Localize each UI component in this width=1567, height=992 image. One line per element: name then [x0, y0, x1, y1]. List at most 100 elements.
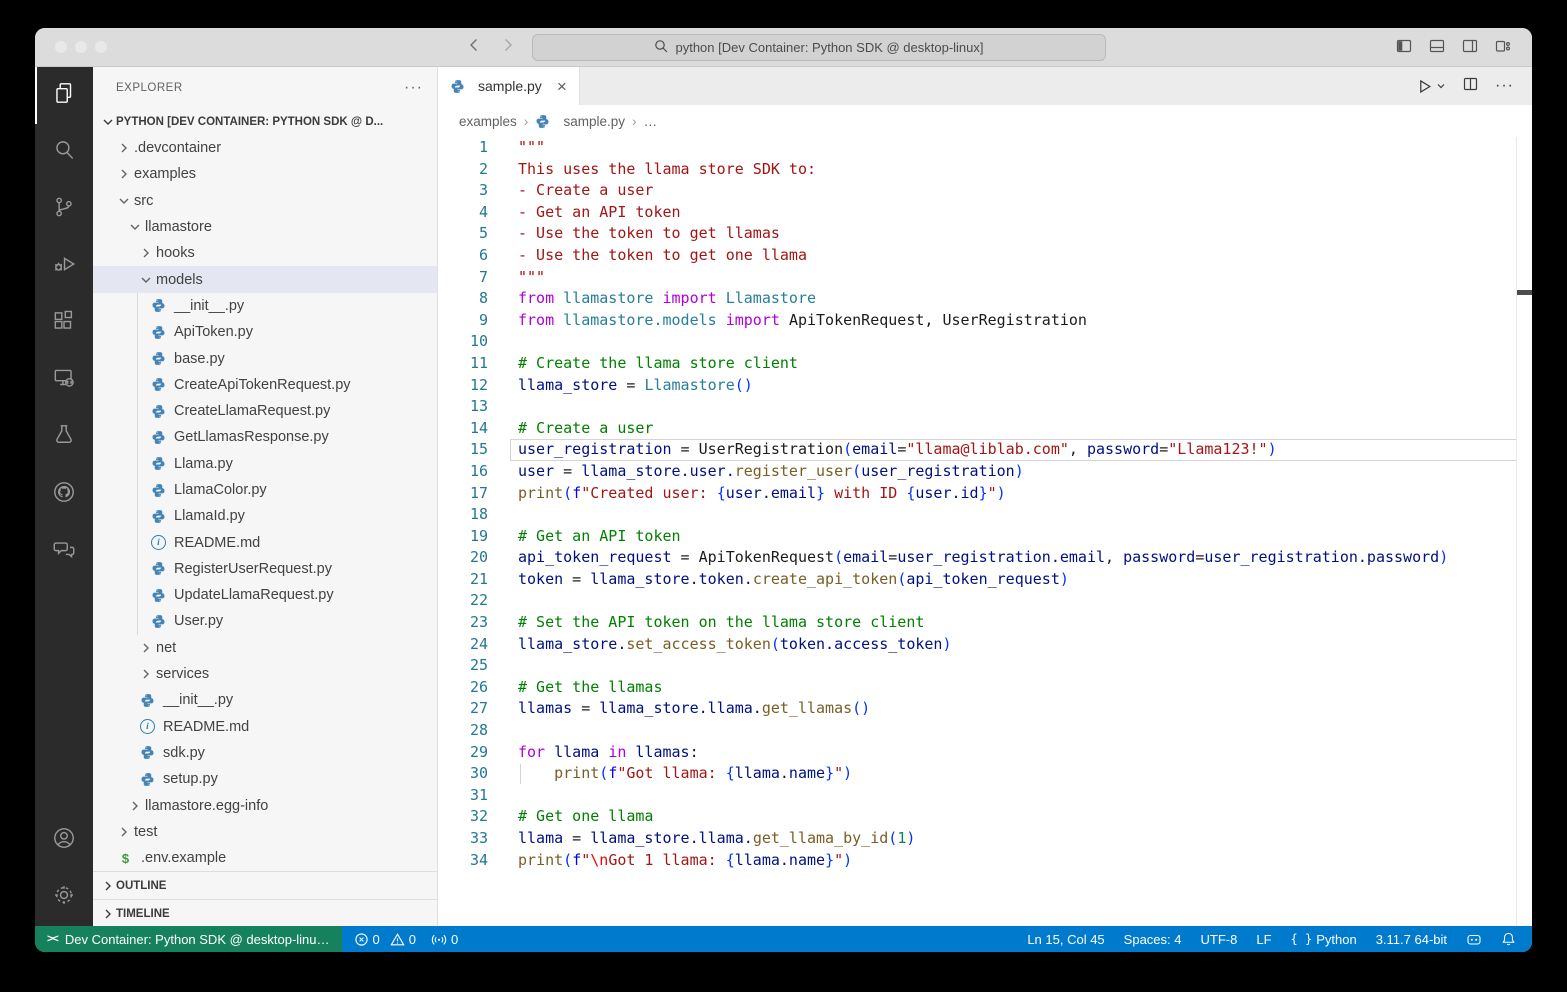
activity-testing[interactable] [35, 409, 93, 466]
code-line-32[interactable]: 32 # Get one llama [438, 806, 1532, 828]
code-line-28[interactable]: 28 [438, 720, 1532, 742]
workspace-root-row[interactable]: PYTHON [DEV CONTAINER: PYTHON SDK @ D... [93, 109, 437, 135]
tree-item-setup.py[interactable]: setup.py [93, 766, 437, 792]
zoom-window-button[interactable] [95, 41, 107, 53]
code-editor[interactable]: 1 """ 2 This uses the llama store SDK to: 3 -… [438, 137, 1532, 926]
tree-item-services[interactable]: services [93, 661, 437, 687]
activity-run-debug[interactable] [35, 238, 93, 295]
activity-source-control[interactable] [35, 181, 93, 238]
overview-ruler[interactable] [1516, 137, 1532, 926]
tree-item-src[interactable]: src [93, 188, 437, 214]
problems-indicator[interactable]: 0 0 [354, 932, 416, 947]
code-line-1[interactable]: 1 """ [438, 137, 1532, 159]
tree-item-.devcontainer[interactable]: .devcontainer [93, 135, 437, 161]
tree-item-ApiToken.py[interactable]: ApiToken.py [93, 319, 437, 346]
code-line-30[interactable]: 30 print(f"Got llama: {llama.name}") [438, 763, 1532, 785]
code-line-3[interactable]: 3 - Create a user [438, 180, 1532, 202]
tree-item-models[interactable]: models [93, 266, 437, 293]
tree-item-base.py[interactable]: base.py [93, 345, 437, 372]
code-line-33[interactable]: 33 llama = llama_store.llama.get_llama_by… [438, 828, 1532, 850]
outline-section[interactable]: OUTLINE [93, 871, 437, 899]
activity-search[interactable] [35, 124, 93, 181]
command-center[interactable]: python [Dev Container: Python SDK @ desk… [532, 34, 1106, 61]
tab-sample-py[interactable]: sample.py × [438, 67, 580, 105]
code-line-20[interactable]: 20 api_token_request = ApiTokenRequest(em… [438, 547, 1532, 569]
remote-indicator[interactable]: >< Dev Container: Python SDK @ desktop-l… [35, 926, 342, 952]
python-interpreter[interactable]: 3.11.7 64-bit [1376, 932, 1447, 947]
toggle-secondary-sidebar-button[interactable] [1461, 38, 1479, 59]
toggle-panel-button[interactable] [1428, 38, 1446, 59]
toggle-primary-sidebar-button[interactable] [1395, 38, 1413, 59]
code-line-2[interactable]: 2 This uses the llama store SDK to: [438, 159, 1532, 181]
code-line-14[interactable]: 14 # Create a user [438, 418, 1532, 440]
tree-item-UpdateLlamaRequest.py[interactable]: UpdateLlamaRequest.py [93, 582, 437, 609]
code-line-17[interactable]: 17 print(f"Created user: {user.email} wit… [438, 483, 1532, 505]
code-line-11[interactable]: 11 # Create the llama store client [438, 353, 1532, 375]
settings-button[interactable] [35, 869, 93, 926]
accounts-button[interactable] [35, 812, 93, 869]
code-line-15[interactable]: 15 user_registration = UserRegistration(e… [438, 439, 1532, 461]
activity-comments[interactable] [35, 523, 93, 580]
forward-button[interactable] [499, 36, 517, 54]
encoding-indicator[interactable]: UTF-8 [1201, 932, 1238, 947]
code-line-5[interactable]: 5 - Use the token to get llamas [438, 223, 1532, 245]
timeline-section[interactable]: TIMELINE [93, 899, 437, 926]
indentation-indicator[interactable]: Spaces: 4 [1124, 932, 1182, 947]
tree-item-LlamaId.py[interactable]: LlamaId.py [93, 503, 437, 530]
code-line-16[interactable]: 16 user = llama_store.user.register_user(… [438, 461, 1532, 483]
activity-github[interactable] [35, 466, 93, 523]
language-mode[interactable]: { } Python [1291, 932, 1357, 947]
code-line-6[interactable]: 6 - Use the token to get one llama [438, 245, 1532, 267]
code-line-18[interactable]: 18 [438, 504, 1532, 526]
tree-item-__init__.py[interactable]: __init__.py [93, 687, 437, 713]
code-line-9[interactable]: 9 from llamastore.models import ApiTokenR… [438, 310, 1532, 332]
code-line-22[interactable]: 22 [438, 590, 1532, 612]
tree-item-llamastore[interactable]: llamastore [93, 214, 437, 240]
code-line-10[interactable]: 10 [438, 331, 1532, 353]
run-python-file-button[interactable] [1416, 78, 1446, 95]
tree-item-CreateApiTokenRequest.py[interactable]: CreateApiTokenRequest.py [93, 371, 437, 399]
tree-item-Llama.py[interactable]: Llama.py [93, 450, 437, 478]
tree-item-.env.example[interactable]: $ .env.example [93, 845, 437, 871]
notifications-bell[interactable] [1501, 931, 1516, 947]
tree-item-README.md[interactable]: i README.md [93, 714, 437, 740]
tree-item-examples[interactable]: examples [93, 161, 437, 187]
tree-item-User.py[interactable]: User.py [93, 608, 437, 635]
tree-item-CreateLlamaRequest.py[interactable]: CreateLlamaRequest.py [93, 397, 437, 425]
code-line-25[interactable]: 25 [438, 655, 1532, 677]
breadcrumb-symbol[interactable]: … [644, 114, 658, 129]
explorer-more-actions-icon[interactable]: ··· [404, 79, 423, 97]
code-line-24[interactable]: 24 llama_store.set_access_token(token.acc… [438, 634, 1532, 656]
code-line-8[interactable]: 8 from llamastore import Llamastore [438, 288, 1532, 310]
tree-item-LlamaColor.py[interactable]: LlamaColor.py [93, 476, 437, 504]
code-line-13[interactable]: 13 [438, 396, 1532, 418]
breadcrumb-folder[interactable]: examples [459, 114, 517, 129]
minimize-window-button[interactable] [75, 41, 87, 53]
tree-item-test[interactable]: test [93, 819, 437, 845]
back-button[interactable] [465, 36, 483, 54]
code-line-7[interactable]: 7 """ [438, 267, 1532, 289]
code-line-19[interactable]: 19 # Get an API token [438, 526, 1532, 548]
breadcrumb-file[interactable]: sample.py [563, 114, 625, 129]
code-line-34[interactable]: 34 print(f"\nGot 1 llama: {llama.name}") [438, 850, 1532, 872]
tree-item-GetLlamasResponse.py[interactable]: GetLlamasResponse.py [93, 424, 437, 451]
tree-item-hooks[interactable]: hooks [93, 240, 437, 266]
tree-item-llamastore.egg-info[interactable]: llamastore.egg-info [93, 792, 437, 818]
ports-indicator[interactable]: 0 [431, 932, 458, 947]
code-line-31[interactable]: 31 [438, 785, 1532, 807]
tree-item-__init__.py[interactable]: __init__.py [93, 292, 437, 320]
code-line-4[interactable]: 4 - Get an API token [438, 202, 1532, 224]
code-line-23[interactable]: 23 # Set the API token on the llama store… [438, 612, 1532, 634]
split-editor-button[interactable] [1462, 76, 1479, 97]
tree-item-net[interactable]: net [93, 635, 437, 661]
customize-layout-button[interactable] [1494, 38, 1512, 59]
tree-item-README.md[interactable]: i README.md [93, 529, 437, 557]
code-line-29[interactable]: 29 for llama in llamas: [438, 742, 1532, 764]
eol-indicator[interactable]: LF [1256, 932, 1271, 947]
code-line-21[interactable]: 21 token = llama_store.token.create_api_t… [438, 569, 1532, 591]
code-line-26[interactable]: 26 # Get the llamas [438, 677, 1532, 699]
activity-extensions[interactable] [35, 295, 93, 352]
tree-item-RegisterUserRequest.py[interactable]: RegisterUserRequest.py [93, 555, 437, 583]
copilot-indicator[interactable] [1466, 931, 1482, 947]
tree-item-sdk.py[interactable]: sdk.py [93, 740, 437, 766]
